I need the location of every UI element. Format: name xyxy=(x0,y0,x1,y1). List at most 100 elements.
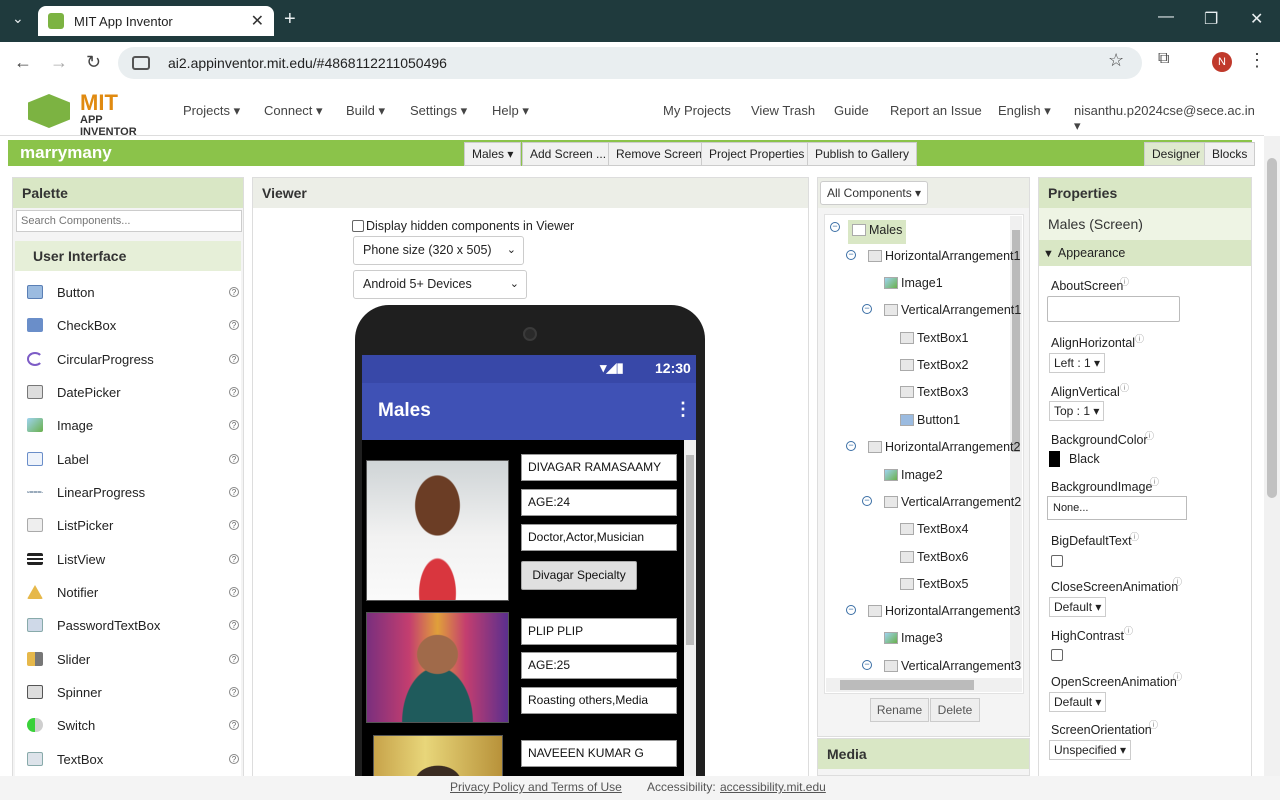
project-properties-button[interactable]: Project Properties xyxy=(701,142,813,166)
divagar-specialty-button[interactable]: Divagar Specialty xyxy=(521,561,637,590)
profile-2-name-textbox[interactable]: PLIP PLIP xyxy=(521,618,677,645)
palette-item-spinner[interactable]: Spinner? xyxy=(27,679,239,705)
hidden-components-toggle[interactable]: Display hidden components in Viewer xyxy=(352,219,574,233)
tree-node-horizontal-arrangement-3[interactable]: HorizontalArrangement3 xyxy=(868,601,1021,621)
help-icon[interactable]: ? xyxy=(229,320,239,330)
mit-app-inventor-logo[interactable]: MIT APP INVENTOR xyxy=(28,90,158,138)
help-icon[interactable]: ? xyxy=(229,454,239,464)
profile-3-name-textbox[interactable]: NAVEEEN KUMAR G xyxy=(521,740,677,767)
tree-node-textbox-5[interactable]: TextBox5 xyxy=(900,574,968,594)
privacy-policy-link[interactable]: Privacy Policy and Terms of Use xyxy=(450,780,622,794)
palette-item-label[interactable]: Label? xyxy=(27,446,239,472)
palette-item-image[interactable]: Image? xyxy=(27,412,239,438)
help-icon[interactable]: ⓘ xyxy=(1173,575,1182,588)
help-icon[interactable]: ? xyxy=(229,287,239,297)
language-select[interactable]: English ▾ xyxy=(998,103,1051,119)
align-vertical-select[interactable]: Top : 1 ▾ xyxy=(1049,401,1105,421)
profile-1-desc-textbox[interactable]: Doctor,Actor,Musician xyxy=(521,524,677,551)
help-icon[interactable]: ? xyxy=(229,654,239,664)
tree-node-vertical-arrangement-1[interactable]: VerticalArrangement1 xyxy=(884,300,1021,320)
browser-menu-icon[interactable]: ⋮ xyxy=(1248,50,1266,71)
help-icon[interactable]: ⓘ xyxy=(1120,275,1129,288)
tab-search-icon[interactable]: ⌄ xyxy=(12,10,24,27)
background-image-picker[interactable]: None... xyxy=(1047,496,1187,520)
accessibility-link[interactable]: accessibility.mit.edu xyxy=(720,780,826,794)
link-view-trash[interactable]: View Trash xyxy=(751,103,815,118)
account-menu[interactable]: nisanthu.p2024cse@sece.ac.in ▾ xyxy=(1074,103,1264,134)
background-color-value[interactable]: Black xyxy=(1069,452,1100,466)
help-icon[interactable]: ? xyxy=(229,720,239,730)
delete-button[interactable]: Delete xyxy=(930,698,980,722)
profile-1-age-textbox[interactable]: AGE:24 xyxy=(521,489,677,516)
appearance-section[interactable]: ▼ Appearance xyxy=(1039,240,1251,266)
search-components-input[interactable] xyxy=(16,210,242,232)
help-icon[interactable]: ? xyxy=(229,354,239,364)
tree-node-textbox-1[interactable]: TextBox1 xyxy=(900,328,968,348)
new-tab-icon[interactable]: + xyxy=(284,8,296,31)
palette-item-checkbox[interactable]: CheckBox? xyxy=(27,312,239,338)
help-icon[interactable]: ? xyxy=(229,620,239,630)
help-icon[interactable]: ? xyxy=(229,554,239,564)
window-close-icon[interactable]: ✕ xyxy=(1250,9,1263,29)
component-filter-select[interactable]: All Components ▾ xyxy=(820,181,929,205)
align-horizontal-select[interactable]: Left : 1 ▾ xyxy=(1049,353,1106,373)
about-screen-textarea[interactable] xyxy=(1047,296,1180,322)
designer-button[interactable]: Designer xyxy=(1144,142,1209,166)
reload-icon[interactable]: ↻ xyxy=(86,52,101,73)
palette-category-user-interface[interactable]: User Interface xyxy=(15,241,241,271)
profile-1-name-textbox[interactable]: DIVAGAR RAMASAAMY xyxy=(521,454,677,481)
publish-gallery-button[interactable]: Publish to Gallery xyxy=(807,142,918,166)
palette-item-switch[interactable]: Switch? xyxy=(27,712,239,738)
palette-item-slider[interactable]: Slider? xyxy=(27,646,239,672)
close-screen-animation-select[interactable]: Default ▾ xyxy=(1049,597,1107,617)
tree-node-image-1[interactable]: Image1 xyxy=(884,273,943,293)
help-icon[interactable]: ⓘ xyxy=(1130,530,1139,543)
minimize-icon[interactable]: — xyxy=(1158,8,1174,26)
screen-orientation-select[interactable]: Unspecified ▾ xyxy=(1049,740,1132,760)
menu-projects[interactable]: Projects ▾ xyxy=(183,103,240,119)
menu-connect[interactable]: Connect ▾ xyxy=(264,103,323,119)
help-icon[interactable]: ? xyxy=(229,387,239,397)
tree-node-image-3[interactable]: Image3 xyxy=(884,628,943,648)
menu-build[interactable]: Build ▾ xyxy=(346,103,385,119)
help-icon[interactable]: ? xyxy=(229,420,239,430)
forward-icon[interactable]: → xyxy=(50,52,68,73)
help-icon[interactable]: ? xyxy=(229,687,239,697)
help-icon[interactable]: ⓘ xyxy=(1135,332,1144,345)
help-icon[interactable]: ⓘ xyxy=(1173,670,1182,683)
open-screen-animation-select[interactable]: Default ▾ xyxy=(1049,692,1107,712)
tree-node-button-1[interactable]: Button1 xyxy=(900,410,960,430)
palette-item-listview[interactable]: ListView? xyxy=(27,546,239,572)
tree-node-image-2[interactable]: Image2 xyxy=(884,465,943,485)
palette-item-textbox[interactable]: TextBox? xyxy=(27,746,239,772)
blocks-button[interactable]: Blocks xyxy=(1204,142,1256,166)
collapse-icon[interactable]: − xyxy=(846,250,856,260)
tree-node-vertical-arrangement-3[interactable]: VerticalArrangement3 xyxy=(884,656,1021,676)
phone-size-select[interactable]: Phone size (320 x 505) ⌄ xyxy=(353,236,524,265)
tree-node-horizontal-arrangement-2[interactable]: HorizontalArrangement2 xyxy=(868,437,1021,457)
close-tab-icon[interactable]: ✕ xyxy=(251,11,264,31)
palette-item-datepicker[interactable]: DatePicker? xyxy=(27,379,239,405)
rename-button[interactable]: Rename xyxy=(870,698,929,722)
help-icon[interactable]: ? xyxy=(229,487,239,497)
collapse-icon[interactable]: − xyxy=(846,605,856,615)
site-info-icon[interactable] xyxy=(132,56,150,70)
link-report-issue[interactable]: Report an Issue xyxy=(890,103,982,118)
extensions-icon[interactable]: ⧉ xyxy=(1158,50,1169,68)
screen-select[interactable]: Males ▾ xyxy=(464,142,522,166)
collapse-icon[interactable]: − xyxy=(862,304,872,314)
restore-icon[interactable]: ❐ xyxy=(1204,9,1218,29)
page-scrollbar[interactable] xyxy=(1264,136,1280,776)
link-my-projects[interactable]: My Projects xyxy=(663,103,731,118)
add-screen-button[interactable]: Add Screen ... xyxy=(522,142,615,166)
help-icon[interactable]: ⓘ xyxy=(1149,718,1158,731)
tree-node-textbox-3[interactable]: TextBox3 xyxy=(900,382,968,402)
black-color-swatch[interactable] xyxy=(1049,451,1060,467)
palette-item-listpicker[interactable]: ListPicker? xyxy=(27,512,239,538)
collapse-icon[interactable]: − xyxy=(830,222,840,232)
palette-item-passwordtextbox[interactable]: PasswordTextBox? xyxy=(27,612,239,638)
tree-node-textbox-6[interactable]: TextBox6 xyxy=(900,547,968,567)
remove-screen-button[interactable]: Remove Screen xyxy=(608,142,711,166)
address-bar[interactable]: ai2.appinventor.mit.edu/#486811221105049… xyxy=(118,47,1142,79)
help-icon[interactable]: ⓘ xyxy=(1145,429,1154,442)
